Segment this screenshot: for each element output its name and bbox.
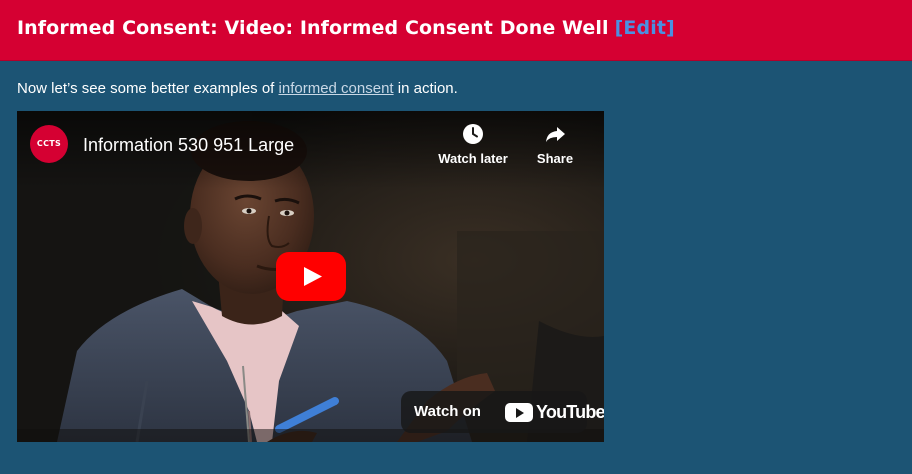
watch-later-button[interactable]: Watch later [433,123,513,166]
page-header: Informed Consent: Video: Informed Consen… [0,0,912,61]
channel-logo[interactable]: CCTS [30,125,68,163]
page: Informed Consent: Video: Informed Consen… [0,0,912,474]
video-title[interactable]: Information 530 951 Large [83,135,294,156]
intro-paragraph: Now let’s see some better examples of in… [17,80,458,97]
page-title-text: Informed Consent: Video: Informed Consen… [17,17,609,39]
share-button[interactable]: Share [532,123,578,166]
edit-link[interactable]: [Edit] [615,17,675,39]
share-arrow-icon [546,127,565,142]
watch-on-youtube-button[interactable]: Watch on YouTube [401,391,604,433]
watch-on-label: Watch on [414,403,481,420]
intro-text-before: Now let’s see some better examples of [17,80,279,97]
watch-later-label: Watch later [438,151,508,166]
clock-icon [463,124,483,144]
youtube-wordmark: YouTube [536,402,604,422]
youtube-logo-icon [505,403,533,422]
share-label: Share [536,151,574,166]
page-title: Informed Consent: Video: Informed Consen… [17,17,675,39]
youtube-video-player[interactable]: CCTS Information 530 951 Large Watch lat… [17,111,604,442]
informed-consent-link[interactable]: informed consent [279,80,394,97]
youtube-play-icon[interactable] [276,252,346,301]
intro-text-after: in action. [393,80,458,97]
